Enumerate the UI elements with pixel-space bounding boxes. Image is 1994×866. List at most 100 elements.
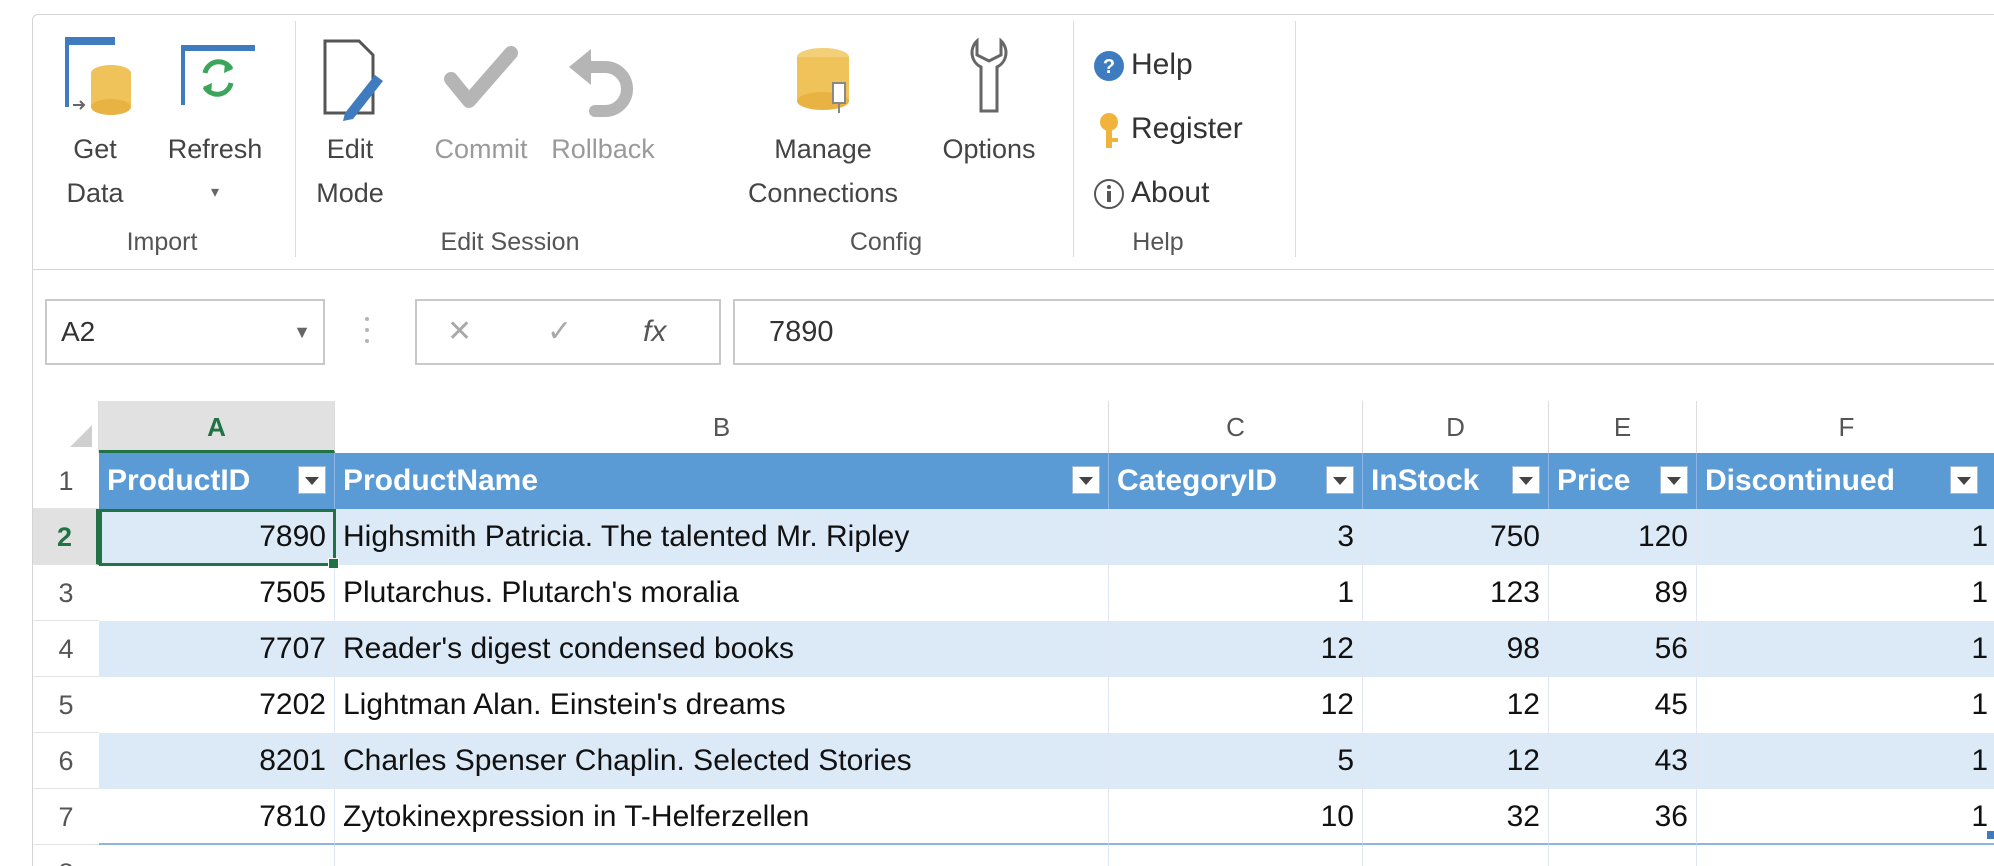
empty-cell[interactable] [1109,845,1363,866]
name-box[interactable]: A2 ▼ [45,299,325,365]
commit-button[interactable]: Commit [425,27,537,171]
row-header-1[interactable]: 1 [33,453,99,509]
header-label: ProductID [107,464,251,497]
cell-productname[interactable]: Lightman Alan. Einstein's dreams [335,677,1109,733]
cell-categoryid[interactable]: 5 [1109,733,1363,789]
row-header-6[interactable]: 6 [33,733,99,789]
get-data-button[interactable]: Get Data [53,27,137,215]
cell-productid[interactable]: 7202 [99,677,335,733]
header-cell-price[interactable]: Price [1549,453,1697,509]
cell-instock[interactable]: 750 [1363,509,1549,565]
column-header-f[interactable]: F [1697,401,1994,453]
cell-productid[interactable]: 8201 [99,733,335,789]
cell-discontinued[interactable]: 1 [1697,565,1994,621]
cell-productname[interactable]: Reader's digest condensed books [335,621,1109,677]
empty-cell[interactable] [1363,845,1549,866]
row-header-5[interactable]: 5 [33,677,99,733]
chevron-down-icon[interactable]: ▼ [293,301,311,363]
column-header-d[interactable]: D [1363,401,1549,453]
cell-productname[interactable]: Highsmith Patricia. The talented Mr. Rip… [335,509,1109,565]
cell-discontinued[interactable]: 1 [1697,789,1994,845]
cell-instock[interactable]: 32 [1363,789,1549,845]
cell-price[interactable]: 43 [1549,733,1697,789]
cell-productid[interactable]: 7810 [99,789,335,845]
help-button[interactable]: ? Help [1093,43,1193,87]
filter-dropdown-icon[interactable] [1326,466,1354,494]
cell-productname[interactable]: Plutarchus. Plutarch's moralia [335,565,1109,621]
row-header-3[interactable]: 3 [33,565,99,621]
cell-price[interactable]: 120 [1549,509,1697,565]
about-button[interactable]: About [1093,171,1209,215]
group-separator [295,21,296,257]
cell-categoryid[interactable]: 10 [1109,789,1363,845]
row-header-4[interactable]: 4 [33,621,99,677]
header-cell-productname[interactable]: ProductName [335,453,1109,509]
header-label: ProductName [343,464,539,497]
header-cell-discontinued[interactable]: Discontinued [1697,453,1994,509]
row-header-7[interactable]: 7 [33,789,99,845]
help-label: Help [1131,48,1193,81]
row-header-2[interactable]: 2 [33,509,99,565]
cell-instock[interactable]: 12 [1363,677,1549,733]
cell-instock[interactable]: 98 [1363,621,1549,677]
filter-dropdown-icon[interactable] [298,466,326,494]
group-separator [1295,21,1296,257]
cell-productname[interactable]: Charles Spenser Chaplin. Selected Storie… [335,733,1109,789]
cell-discontinued[interactable]: 1 [1697,621,1994,677]
options-label: Options [942,134,1036,164]
select-all-corner[interactable] [33,401,99,453]
header-label: Price [1557,464,1631,497]
filter-dropdown-icon[interactable] [1660,466,1688,494]
formula-input[interactable]: 7890 [733,299,1994,365]
chevron-down-icon[interactable]: ▾ [159,171,271,215]
register-button[interactable]: Register [1093,107,1243,151]
rollback-button[interactable]: Rollback [543,27,663,171]
empty-cell[interactable] [99,845,335,866]
manage-connections-button[interactable]: Manage Connections [723,27,923,215]
cell-price[interactable]: 56 [1549,621,1697,677]
drag-handle-icon[interactable] [363,315,371,345]
header-cell-productid[interactable]: ProductID [99,453,335,509]
row-header-8[interactable]: 8 [33,845,99,866]
filter-dropdown-icon[interactable] [1512,466,1540,494]
header-cell-instock[interactable]: InStock [1363,453,1549,509]
group-label-help: Help [1132,228,1184,256]
empty-cell[interactable] [1549,845,1697,866]
options-button[interactable]: Options [929,27,1049,171]
cell-productname[interactable]: Zytokinexpression in T-Helferzellen [335,789,1109,845]
cell-categoryid[interactable]: 12 [1109,677,1363,733]
filter-dropdown-icon[interactable] [1950,466,1978,494]
cell-categoryid[interactable]: 3 [1109,509,1363,565]
refresh-label: Refresh [167,134,263,164]
enter-icon[interactable]: ✓ [547,301,572,363]
column-header-b[interactable]: B [335,401,1109,453]
cell-price[interactable]: 45 [1549,677,1697,733]
cell-discontinued[interactable]: 1 [1697,677,1994,733]
column-header-a[interactable]: A [99,401,335,453]
cell-instock[interactable]: 123 [1363,565,1549,621]
table-resize-handle[interactable] [1987,831,1994,839]
cell-productid[interactable]: 7505 [99,565,335,621]
cell-productid[interactable]: 7707 [99,621,335,677]
header-cell-categoryid[interactable]: CategoryID [1109,453,1363,509]
empty-cell[interactable] [1697,845,1994,866]
filter-dropdown-icon[interactable] [1072,466,1100,494]
cancel-icon[interactable]: ✕ [447,301,472,363]
cell-discontinued[interactable]: 1 [1697,733,1994,789]
edit-mode-button[interactable]: Edit Mode [305,27,395,215]
group-label-edit-session: Edit Session [440,228,580,256]
group-separator [1073,21,1074,257]
cell-productid[interactable]: 7890 [99,509,335,565]
cell-price[interactable]: 36 [1549,789,1697,845]
cell-price[interactable]: 89 [1549,565,1697,621]
svg-text:?: ? [1103,56,1115,78]
column-header-e[interactable]: E [1549,401,1697,453]
cell-categoryid[interactable]: 1 [1109,565,1363,621]
cell-instock[interactable]: 12 [1363,733,1549,789]
cell-discontinued[interactable]: 1 [1697,509,1994,565]
refresh-button[interactable]: Refresh ▾ [159,27,271,215]
cell-categoryid[interactable]: 12 [1109,621,1363,677]
insert-function-icon[interactable]: fx [643,301,666,363]
empty-cell[interactable] [335,845,1109,866]
column-header-c[interactable]: C [1109,401,1363,453]
